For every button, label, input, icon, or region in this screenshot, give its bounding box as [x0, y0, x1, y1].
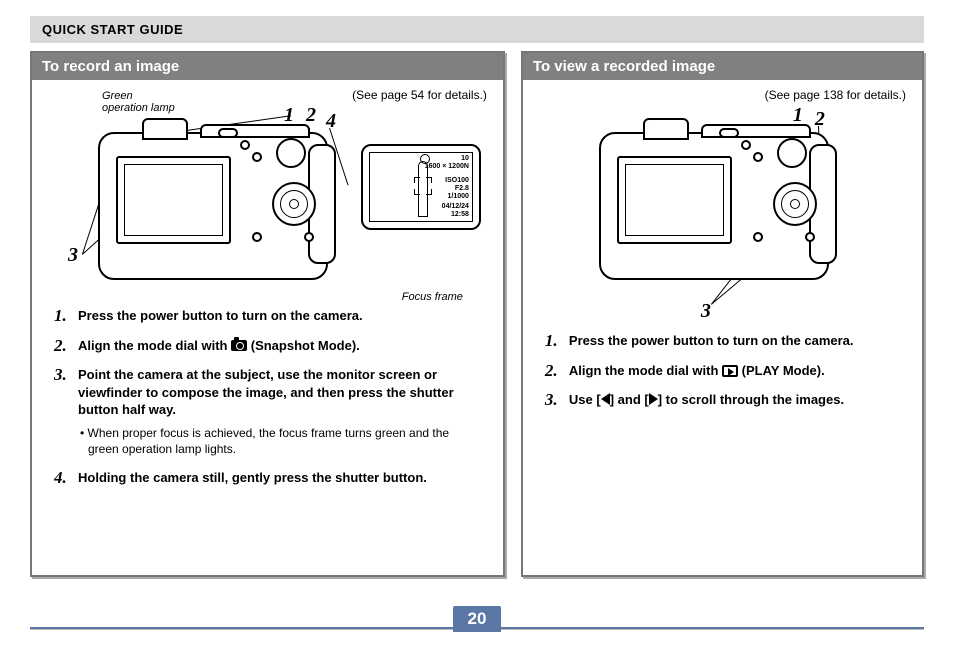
callout-4: 4 — [326, 110, 336, 133]
steps-list: Press the power button to turn on the ca… — [539, 332, 906, 409]
panel-view-image: To view a recorded image (See page 138 f… — [521, 51, 924, 577]
step-2: Align the mode dial with (PLAY Mode). — [545, 362, 900, 380]
footer-rule — [501, 627, 924, 630]
page-number: 20 — [453, 606, 501, 632]
callout-2: 2 — [815, 108, 825, 131]
two-column-layout: To record an image (See page 54 for deta… — [30, 51, 924, 577]
camera-mode-icon — [231, 340, 247, 351]
panel-title: To record an image — [32, 53, 503, 80]
page-footer: 20 — [30, 624, 924, 632]
step-1: Press the power button to turn on the ca… — [54, 307, 481, 325]
see-page-ref: (See page 138 for details.) — [539, 88, 906, 102]
step-2: Align the mode dial with (Snapshot Mode)… — [54, 337, 481, 355]
right-arrow-icon — [649, 393, 658, 405]
panel-record-image: To record an image (See page 54 for deta… — [30, 51, 505, 577]
step-3-sub: • When proper focus is achieved, the foc… — [78, 425, 481, 457]
step-4: Holding the camera still, gently press t… — [54, 469, 481, 487]
step-1: Press the power button to turn on the ca… — [545, 332, 900, 350]
callout-3: 3 — [701, 300, 711, 323]
focus-frame-icon — [414, 177, 432, 195]
footer-rule — [30, 627, 453, 630]
camera-illustration — [98, 132, 328, 280]
callout-2: 2 — [306, 104, 316, 127]
lcd-preview: 10 1600 × 1200N ISO100 F2.8 1/1000 04/12… — [361, 144, 481, 230]
step-3: Point the camera at the subject, use the… — [54, 366, 481, 457]
step-3: Use [] and [] to scroll through the imag… — [545, 391, 900, 409]
panel-body: (See page 54 for details.) Green operati… — [32, 80, 503, 575]
left-arrow-icon — [601, 393, 610, 405]
caption-focus-frame: Focus frame — [402, 291, 463, 303]
steps-list: Press the power button to turn on the ca… — [48, 307, 487, 487]
figure-view: 1 2 3 — [539, 104, 906, 324]
figure-record: 1 2 4 3 — [48, 104, 487, 299]
panel-title: To view a recorded image — [523, 53, 922, 80]
panel-body: (See page 138 for details.) 1 2 3 — [523, 80, 922, 575]
play-mode-icon — [722, 365, 738, 377]
section-header: QUICK START GUIDE — [30, 16, 924, 43]
callout-3: 3 — [68, 244, 78, 267]
camera-illustration — [599, 132, 829, 280]
